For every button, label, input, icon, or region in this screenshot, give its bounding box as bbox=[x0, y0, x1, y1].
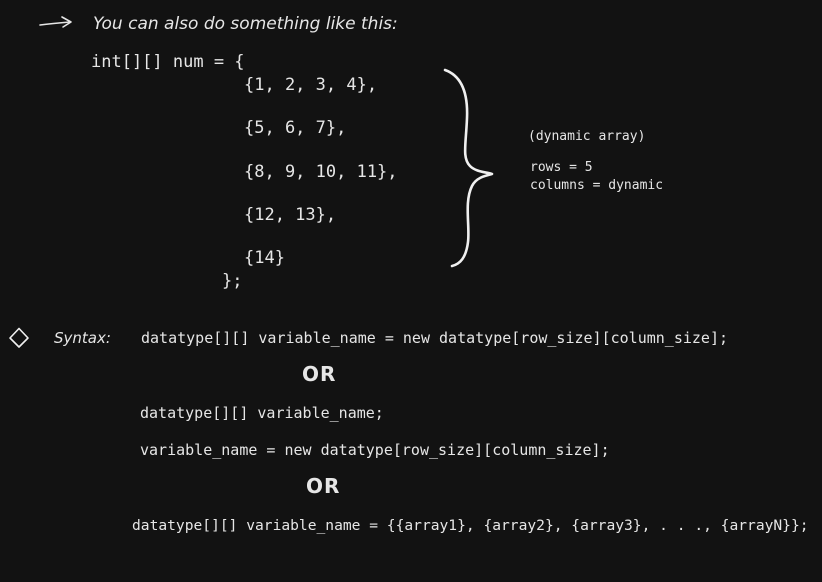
intro-text: You can also do something like this: bbox=[93, 14, 398, 34]
syntax-line-3: variable_name = new datatype[row_size][c… bbox=[140, 441, 610, 459]
code-row-4: {12, 13}, bbox=[244, 205, 337, 225]
syntax-label: Syntax: bbox=[54, 329, 111, 347]
syntax-line-2: datatype[][] variable_name; bbox=[140, 404, 384, 422]
right-arrow-icon bbox=[39, 16, 72, 28]
code-row-1: {1, 2, 3, 4}, bbox=[244, 75, 378, 95]
curly-brace-icon bbox=[443, 68, 494, 268]
code-closing: }; bbox=[222, 271, 243, 291]
code-declaration: int[][] num = { bbox=[91, 52, 245, 72]
annotation-rows: rows = 5 bbox=[530, 160, 593, 175]
code-row-3: {8, 9, 10, 11}, bbox=[244, 162, 398, 182]
syntax-line-4: datatype[][] variable_name = {{array1}, … bbox=[132, 517, 809, 534]
annotation-title: (dynamic array) bbox=[528, 129, 646, 144]
code-row-2: {5, 6, 7}, bbox=[244, 118, 347, 138]
syntax-line-1: datatype[][] variable_name = new datatyp… bbox=[141, 329, 728, 347]
code-row-5: {14} bbox=[244, 248, 285, 268]
syntax-or-2: OR bbox=[306, 474, 341, 498]
syntax-or-1: OR bbox=[302, 362, 337, 386]
annotation-columns: columns = dynamic bbox=[530, 178, 664, 193]
diamond-icon bbox=[9, 327, 29, 348]
